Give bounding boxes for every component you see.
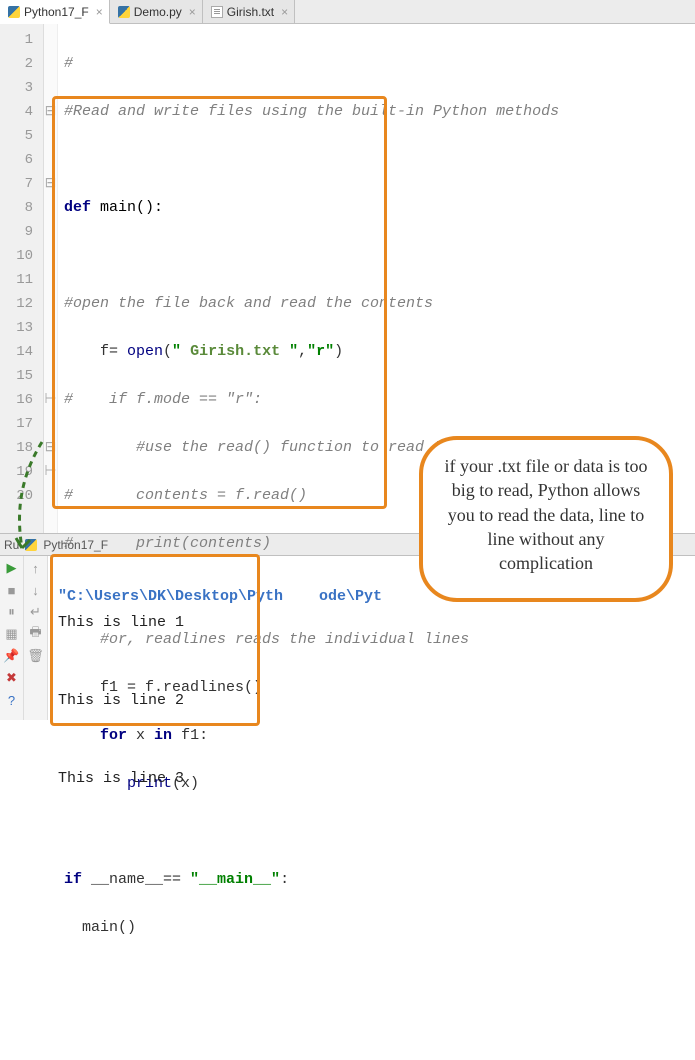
wrap-icon[interactable]: ↵ bbox=[28, 604, 44, 620]
help-button[interactable]: ? bbox=[4, 692, 20, 708]
close-button[interactable]: ✖ bbox=[4, 670, 20, 686]
python-icon bbox=[118, 6, 130, 18]
tab-label: Python17_F bbox=[24, 5, 89, 19]
tab-girish[interactable]: Girish.txt × bbox=[203, 0, 295, 23]
line-number: 4 bbox=[0, 100, 33, 124]
run-controls-column: ▶ ■ ⏸ ▦ 📌 ✖ ? bbox=[0, 556, 24, 720]
line-number: 15 bbox=[0, 364, 33, 388]
trash-icon[interactable]: 🗑 bbox=[28, 648, 44, 664]
layout-button[interactable]: ▦ bbox=[4, 626, 20, 642]
line-number: 3 bbox=[0, 76, 33, 100]
line-number: 10 bbox=[0, 244, 33, 268]
up-icon[interactable]: ↑ bbox=[28, 560, 44, 576]
line-number: 13 bbox=[0, 316, 33, 340]
output-controls-column: ↑ ↓ ↵ 🖶 🗑 bbox=[24, 556, 48, 720]
line-number: 2 bbox=[0, 52, 33, 76]
annotation-callout: if your .txt file or data is too big to … bbox=[419, 436, 673, 602]
pause-button[interactable]: ⏸ bbox=[4, 604, 20, 620]
line-number: 8 bbox=[0, 196, 33, 220]
fold-icon[interactable]: ⊟ bbox=[44, 172, 57, 196]
tab-label: Girish.txt bbox=[227, 5, 274, 19]
console-path: "C:\Users\DK\Desktop\Pyth ode\Pyt bbox=[58, 588, 382, 605]
annotation-arrow bbox=[4, 440, 54, 560]
editor-tabs: Python17_F × Demo.py × Girish.txt × bbox=[0, 0, 695, 24]
line-number: 17 bbox=[0, 412, 33, 436]
fold-icon[interactable]: ⊟ bbox=[44, 100, 57, 124]
down-icon[interactable]: ↓ bbox=[28, 582, 44, 598]
tab-label: Demo.py bbox=[134, 5, 182, 19]
console-line: This is line 3 bbox=[58, 770, 184, 787]
line-number: 6 bbox=[0, 148, 33, 172]
tab-demo[interactable]: Demo.py × bbox=[110, 0, 203, 23]
console-line: This is line 2 bbox=[58, 692, 184, 709]
pin-button[interactable]: 📌 bbox=[4, 648, 20, 664]
console-line: This is line 1 bbox=[58, 614, 184, 631]
run-button[interactable]: ▶ bbox=[4, 560, 20, 576]
stop-button[interactable]: ■ bbox=[4, 582, 20, 598]
callout-text: if your .txt file or data is too big to … bbox=[445, 456, 648, 573]
close-icon[interactable]: × bbox=[96, 5, 103, 19]
close-icon[interactable]: × bbox=[189, 5, 196, 19]
line-number: 16 bbox=[0, 388, 33, 412]
line-number: 9 bbox=[0, 220, 33, 244]
line-number: 12 bbox=[0, 292, 33, 316]
python-icon bbox=[8, 6, 20, 18]
text-file-icon bbox=[211, 6, 223, 18]
line-number: 14 bbox=[0, 340, 33, 364]
close-icon[interactable]: × bbox=[281, 5, 288, 19]
line-number: 5 bbox=[0, 124, 33, 148]
line-number: 11 bbox=[0, 268, 33, 292]
tab-python17[interactable]: Python17_F × bbox=[0, 0, 110, 24]
line-number: 7 bbox=[0, 172, 33, 196]
print-icon[interactable]: 🖶 bbox=[28, 626, 44, 642]
line-number: 1 bbox=[0, 28, 33, 52]
